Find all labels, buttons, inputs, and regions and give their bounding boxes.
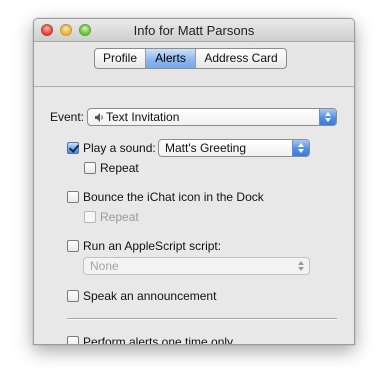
perform-once-checkbox[interactable] — [67, 336, 79, 344]
title-bar[interactable]: Info for Matt Parsons — [34, 19, 354, 42]
play-sound-checkbox[interactable] — [67, 142, 79, 154]
event-popup-arrows — [319, 109, 336, 125]
bounce-repeat-checkbox[interactable] — [84, 211, 96, 223]
applescript-label: Run an AppleScript script: — [83, 239, 222, 253]
event-popup-value: Text Invitation — [106, 110, 180, 124]
perform-once-label: Perform alerts one time only — [83, 335, 234, 345]
window-title: Info for Matt Parsons — [133, 23, 255, 38]
tab-profile[interactable]: Profile — [95, 49, 146, 68]
event-popup[interactable]: Text Invitation — [87, 108, 337, 126]
tab-address-card[interactable]: Address Card — [196, 49, 286, 68]
event-label: Event: — [50, 110, 85, 124]
sound-popup-arrows — [292, 140, 309, 156]
tab-alerts[interactable]: Alerts — [146, 49, 196, 68]
applescript-popup[interactable]: None — [83, 257, 310, 275]
sound-repeat-label: Repeat — [100, 161, 139, 175]
applescript-popup-arrows — [293, 258, 309, 274]
applescript-popup-value: None — [90, 259, 119, 273]
speaker-icon — [95, 113, 103, 122]
speak-label: Speak an announcement — [83, 289, 217, 303]
applescript-checkbox[interactable] — [67, 240, 79, 252]
tab-segmented-control: Profile Alerts Address Card — [94, 48, 287, 69]
bounce-repeat-label: Repeat — [100, 210, 139, 224]
bounce-label: Bounce the iChat icon in the Dock — [83, 190, 264, 204]
bounce-checkbox[interactable] — [67, 191, 79, 203]
play-sound-label: Play a sound: — [83, 141, 156, 155]
speak-checkbox[interactable] — [67, 290, 79, 302]
event-popup-value-wrap: Text Invitation — [94, 110, 179, 124]
sound-popup[interactable]: Matt's Greeting — [158, 139, 310, 157]
sound-repeat-checkbox[interactable] — [84, 162, 96, 174]
divider — [67, 318, 337, 319]
toolbar: Profile Alerts Address Card — [34, 42, 354, 87]
up-down-arrows-icon — [324, 111, 332, 123]
up-down-arrows-icon — [297, 142, 305, 154]
alerts-pane: Event: Text Invitation Play a sound: Mat… — [34, 86, 354, 344]
sound-popup-value: Matt's Greeting — [165, 141, 246, 155]
info-window: Info for Matt Parsons Profile Alerts Add… — [33, 18, 355, 345]
up-down-arrows-icon — [297, 260, 305, 272]
